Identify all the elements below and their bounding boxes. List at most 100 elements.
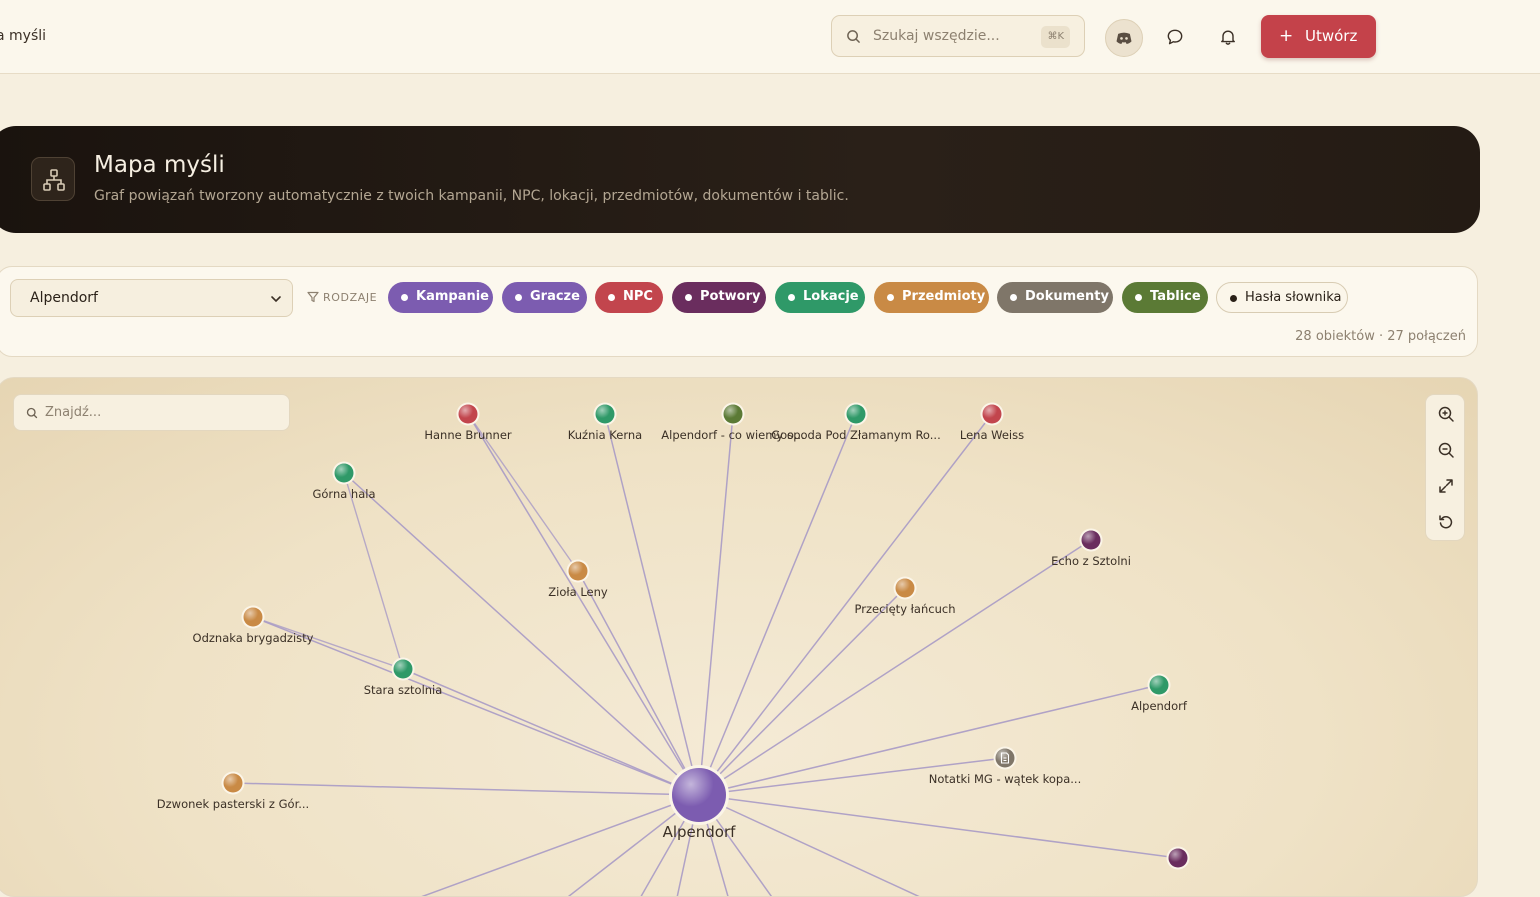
graph-node-lokacje[interactable]: Alpendorf [1131,673,1188,714]
chip-dot [788,294,795,301]
fullscreen-icon[interactable] [1437,477,1455,495]
page-hero: Mapa myśli Graf powiązań tworzony automa… [0,126,1480,233]
graph-node-label: Alpendorf [1131,699,1188,713]
search-icon [26,407,38,419]
graph-edge [343,472,404,670]
filter-chip-dokumenty[interactable]: Dokumenty [997,282,1113,313]
filter-chip-gracze[interactable]: Gracze [502,282,587,313]
chip-label: Kampanie [416,289,489,304]
graph-node-npc[interactable]: Hanne Brunner [424,402,512,443]
graph-edge [698,794,1179,859]
graph-node-przedmioty[interactable]: Przecięty łańcuch [855,576,956,617]
graph-network[interactable]: Hanne Brunner Kuźnia Kerna Alpendorf - co … [0,378,1478,897]
graph-edge [252,616,700,796]
filter-chip-npc[interactable]: NPC [595,282,663,313]
graph-node-npc[interactable]: Lena Weiss [960,402,1024,443]
graph-node-potwory[interactable]: Echo z Sztolni [1051,528,1131,569]
graph-node-label: Notatki MG - wątek kopa... [929,772,1081,786]
chip-dot [401,294,408,301]
chip-label: Gracze [530,289,580,304]
graph-edge [402,668,700,796]
graph-node-label: Hanne Brunner [424,428,512,442]
filter-chip-kampanie[interactable]: Kampanie [388,282,493,313]
graph-node-lokacje[interactable]: Górna hala [312,461,376,502]
mind-map-canvas[interactable]: Hanne Brunner Kuźnia Kerna Alpendorf - co … [0,377,1478,897]
graph-node-przedmioty[interactable]: Dzwonek pasterski z Gór... [157,771,309,812]
graph-center-label: Alpendorf [663,823,737,841]
chip-dot [1010,294,1017,301]
graph-center-node[interactable]: Alpendorf [663,765,737,841]
plus-icon: + [1279,26,1294,46]
top-bar: a myśli Szukaj wszędzie... ⌘K + Utwórz [0,0,1540,74]
search-icon [847,30,860,43]
chevron-down-icon [271,296,281,303]
search-input[interactable]: Szukaj wszędzie... [873,28,1000,44]
graph-edge [567,794,700,896]
graph-node-lokacje[interactable]: Stara sztolnia [364,657,443,698]
filter-chip-lokacje[interactable]: Lokacje [775,282,865,313]
graph-node-przedmioty[interactable]: Odznaka brygadzisty [193,605,314,646]
graph-counts: 28 obiektów · 27 połączeń [1295,329,1466,344]
graph-node-label: Przecięty łańcuch [855,602,956,616]
graph-node-label: Odznaka brygadzisty [193,631,314,645]
chip-dot [608,294,615,301]
graph-node-lokacje[interactable]: Gospoda Pod Złamanym Ro... [771,402,941,443]
kinds-label: RODZAJE [307,291,377,304]
graph-node-dokumenty[interactable]: Notatki MG - wątek kopa... [929,746,1081,787]
chip-label: Dokumenty [1025,289,1109,304]
filter-chip-potwory[interactable]: Potwory [672,282,766,313]
search-shortcut-badge: ⌘K [1041,26,1070,48]
filter-bar: Alpendorf RODZAJE Kampanie Gracze NPC Potwo… [0,266,1478,357]
filter-chip-hasła-słownika[interactable]: Hasła słownika [1216,282,1348,313]
graph-edge [698,413,857,796]
filter-icon [307,291,319,303]
chip-dot [887,294,894,301]
chip-label: NPC [623,289,653,304]
bell-icon [1221,30,1235,45]
chip-label: Potwory [700,289,761,304]
graph-node-label: Górna hala [312,487,375,501]
create-button[interactable]: + Utwórz [1261,15,1376,58]
chip-dot [515,294,522,301]
graph-node-potwory[interactable] [1166,846,1190,870]
zoom-out-icon[interactable] [1437,441,1455,459]
global-search[interactable]: Szukaj wszędzie... ⌘K [831,15,1085,57]
campaign-select[interactable]: Alpendorf [10,279,293,317]
filter-chip-przedmioty[interactable]: Przedmioty [874,282,989,313]
graph-edge [232,782,700,796]
graph-find[interactable]: Znajdź... [13,394,290,431]
breadcrumb[interactable]: a myśli [0,28,46,44]
filter-chip-tablice[interactable]: Tablice [1122,282,1208,313]
graph-node-lokacje[interactable]: Kuźnia Kerna [568,402,642,443]
discord-icon [1116,32,1132,44]
graph-edge [698,587,906,796]
chip-label: Przedmioty [902,289,986,304]
graph-node-label: Kuźnia Kerna [568,428,642,442]
chip-label: Hasła słownika [1245,290,1342,305]
chip-label: Tablice [1150,289,1201,304]
graph-find-input[interactable]: Znajdź... [45,405,101,420]
graph-edge [577,570,700,796]
graph-edge [698,539,1092,796]
zoom-in-icon[interactable] [1437,405,1455,423]
page-title: Mapa myśli [94,152,225,178]
graph-edge [604,413,700,796]
graph-node-label: Gospoda Pod Złamanym Ro... [771,428,940,442]
campaign-select-value: Alpendorf [30,290,98,306]
graph-node-label: Dzwonek pasterski z Gór... [157,797,309,811]
chat-bubble-icon [1167,29,1183,45]
graph-node-label: Lena Weiss [960,428,1024,442]
chip-label: Lokacje [803,289,859,304]
discord-button[interactable] [1105,19,1143,57]
hierarchy-icon [43,169,65,191]
graph-edge [467,413,700,796]
reset-icon[interactable] [1437,513,1455,531]
chip-dot [1135,294,1142,301]
notifications-button[interactable] [1210,19,1246,55]
graph-node-przedmioty[interactable]: Zioła Leny [548,559,608,600]
chip-dot [1230,295,1237,302]
page-subtitle: Graf powiązań tworzony automatycznie z t… [94,188,849,204]
graph-edge [421,794,700,896]
chat-button[interactable] [1157,19,1193,55]
graph-edge [698,794,920,896]
